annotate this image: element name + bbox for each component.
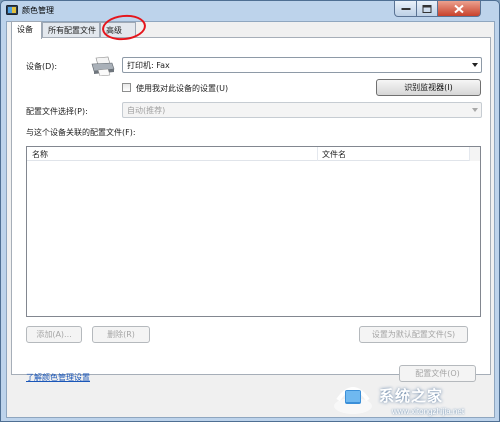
column-divider[interactable] (317, 147, 318, 161)
printer-icon (91, 56, 115, 76)
chevron-down-icon (472, 108, 478, 112)
tab-all-profiles-label: 所有配置文件 (48, 26, 96, 35)
profile-selection-label: 配置文件选择(P): (26, 107, 88, 116)
color-management-app-icon (6, 5, 18, 15)
maximize-icon (422, 4, 432, 13)
color-management-window: 颜色管理 设备 所有配置文件 高级 设备(D): 打印机: Fax 使用我对此设… (0, 0, 500, 422)
title-bar[interactable]: 颜色管理 (1, 1, 499, 20)
close-icon (454, 4, 464, 13)
column-header-name[interactable]: 名称 (32, 149, 48, 160)
dialog-body: 设备 所有配置文件 高级 设备(D): 打印机: Fax 使用我对此设备的设置(… (6, 21, 495, 418)
minimize-button[interactable] (394, 1, 417, 17)
associated-profiles-label: 与这个设备关联的配置文件(F): (26, 128, 136, 137)
profiles-button[interactable]: 配置文件(O) (399, 365, 476, 382)
watermark-text: 系统之家 (379, 388, 444, 405)
maximize-button[interactable] (416, 1, 438, 17)
remove-profile-button[interactable]: 删除(R) (92, 326, 150, 343)
watermark-url: www.xitongzhijia.net (392, 407, 465, 416)
tab-devices[interactable]: 设备 (11, 21, 42, 39)
list-scrollbar[interactable] (469, 147, 480, 161)
device-label: 设备(D): (26, 62, 58, 71)
tab-devices-label: 设备 (17, 25, 33, 34)
window-title: 颜色管理 (22, 6, 54, 15)
tab-all-profiles[interactable]: 所有配置文件 (42, 22, 100, 38)
add-profile-button[interactable]: 添加(A)... (26, 326, 82, 343)
device-select-value: 打印机: Fax (127, 61, 170, 70)
watermark-logo-icon (334, 387, 372, 414)
close-button[interactable] (437, 1, 481, 17)
list-column-headers: 名称 文件名 (27, 147, 469, 161)
profile-selection-value: 自动(推荐) (127, 106, 166, 115)
device-select[interactable]: 打印机: Fax (122, 57, 482, 73)
associated-profiles-list[interactable]: 名称 文件名 (26, 146, 481, 317)
devices-tab-panel: 设备(D): 打印机: Fax 使用我对此设备的设置(U) 识别监视器(I) 配… (11, 37, 491, 375)
use-my-settings-label[interactable]: 使用我对此设备的设置(U) (136, 83, 228, 94)
identify-monitors-button[interactable]: 识别监视器(I) (376, 79, 481, 96)
column-header-filename[interactable]: 文件名 (322, 149, 346, 160)
learn-color-management-link[interactable]: 了解颜色管理设置 (26, 372, 90, 383)
profile-selection-select[interactable]: 自动(推荐) (122, 102, 482, 118)
set-default-profile-button[interactable]: 设置为默认配置文件(S) (359, 326, 468, 343)
use-my-settings-checkbox[interactable] (122, 83, 131, 92)
minimize-icon (401, 7, 410, 10)
chevron-down-icon (472, 63, 478, 67)
